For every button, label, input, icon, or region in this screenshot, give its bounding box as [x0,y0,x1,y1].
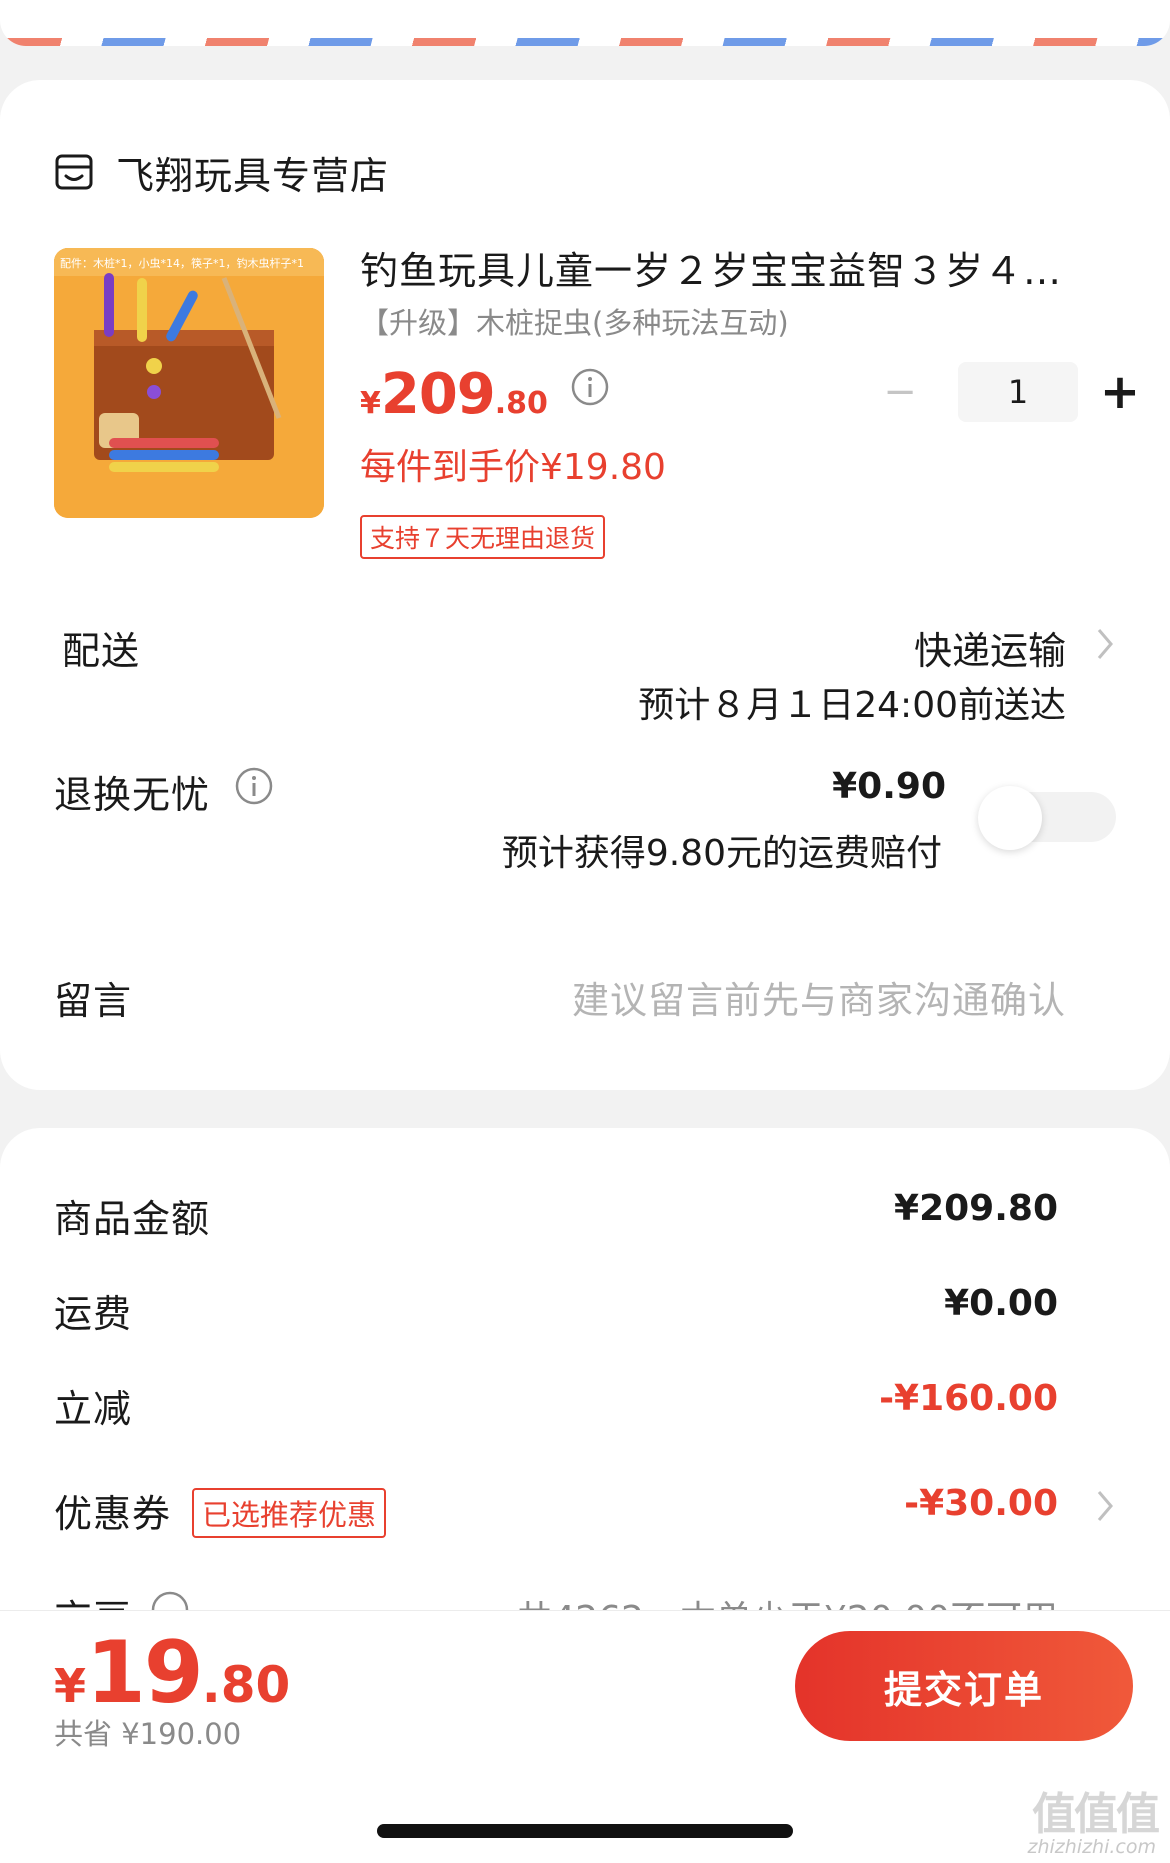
total-price: ¥ 19 .80 [54,1623,290,1723]
shipping-value: ¥0.00 [944,1283,1058,1324]
decrease-quantity-button[interactable]: − [870,362,930,422]
message-label: 留言 [54,979,133,1023]
coupon-value[interactable]: -¥30.00 [904,1483,1058,1524]
product-sku[interactable]: 【升级】木桩捉虫(多种玩法互动) [360,300,789,342]
total-decimal: .80 [201,1656,291,1714]
coupon-label: 优惠券 [54,1492,172,1536]
discount-value: -¥160.00 [879,1378,1058,1419]
toggle-knob [978,786,1042,850]
total-saved: 共省 ¥190.00 [54,1717,242,1751]
product-image[interactable]: 配件：木桩*1，小虫*14，筷子*1，钓木虫杆子*1 [54,248,324,518]
total-integer: 19 [86,1623,204,1723]
unit-final-price: 每件到手价¥19.80 [360,447,666,488]
return-policy-badge: 支持７天无理由退货 [360,515,606,559]
shipping-label: 运费 [54,1292,133,1336]
insurance-price: ¥0.90 [832,766,946,807]
goods-amount-value: ¥209.80 [894,1188,1058,1229]
price-summary-card: 商品金额 ¥209.80 运费 ¥0.00 立减 -¥160.00 优惠券 已选… [0,1128,1170,1688]
price-integer: 209 [380,362,496,427]
product-image-caption: 配件：木桩*1，小虫*14，筷子*1，钓木虫杆子*1 [60,256,304,270]
price-info-icon[interactable] [570,367,610,407]
home-indicator-area: 值值值 zhizhizhi.com [0,1758,1170,1863]
price-decimal: .80 [494,386,548,421]
checkout-bar: ¥ 19 .80 共省 ¥190.00 提交订单 [0,1610,1170,1758]
order-card: 飞翔玩具专营店 配件：木桩*1，小虫*14，筷子*1，钓木虫杆子*1 钓鱼玩具儿… [0,80,1170,1090]
delivery-eta: 预计８月１日24:00前送达 [638,685,1066,726]
chevron-right-icon[interactable] [1094,1488,1116,1524]
insurance-info-icon[interactable] [234,766,274,806]
chevron-right-icon[interactable] [1094,626,1116,662]
shop-name: 飞翔玩具专营店 [116,153,390,198]
insurance-toggle[interactable] [978,786,1116,850]
watermark-url: zhizhizhi.com [1027,1836,1156,1858]
goods-amount-label: 商品金额 [54,1197,211,1241]
watermark-logo: 值值值 [1032,1789,1160,1840]
product-photo: 配件：木桩*1，小虫*14，筷子*1，钓木虫杆子*1 [54,248,324,518]
message-input[interactable]: 建议留言前先与商家沟通确认 [572,970,1066,1024]
product-title[interactable]: 钓鱼玩具儿童一岁２岁宝宝益智３岁４岁… [360,240,1100,295]
quantity-stepper: − 1 + [870,362,1150,422]
delivery-label: 配送 [62,629,141,673]
insurance-label: 退换无忧 [54,773,211,817]
price-symbol: ¥ [360,386,381,421]
home-indicator[interactable] [377,1824,793,1838]
envelope-header [0,0,1170,46]
total-symbol: ¥ [54,1659,87,1713]
submit-order-button[interactable]: 提交订单 [795,1631,1133,1741]
insurance-note: 预计获得9.80元的运费赔付 [501,833,942,874]
coupon-selected-tag[interactable]: 已选推荐优惠 [192,1488,387,1538]
store-icon [55,154,93,190]
shop-header[interactable]: 飞翔玩具专营店 [54,142,389,202]
product-price: ¥ 209 .80 [360,362,610,427]
discount-label: 立减 [54,1387,133,1431]
delivery-method[interactable]: 快递运输 [914,620,1066,675]
envelope-stripe [0,38,1170,46]
quantity-input[interactable]: 1 [958,362,1078,422]
increase-quantity-button[interactable]: + [1090,362,1150,422]
